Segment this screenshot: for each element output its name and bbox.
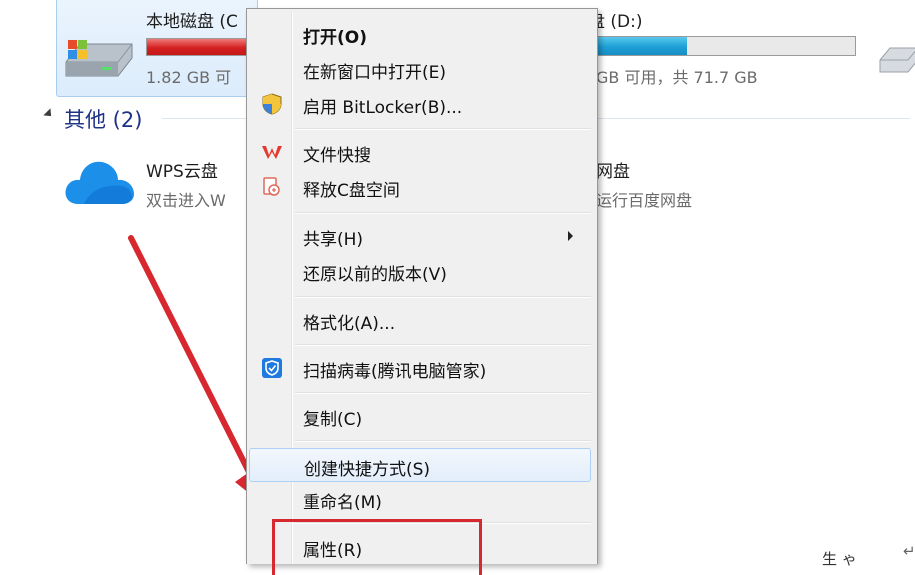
wps-cloud-name[interactable]: WPS云盘 <box>146 157 218 182</box>
menu-separator <box>295 128 591 130</box>
submenu-arrow-icon <box>568 231 573 241</box>
drive-d-free-space: GB 可用，共 71.7 GB <box>596 68 758 87</box>
menu-item-label: 共享(H) <box>303 230 364 250</box>
menu-item-label: 创建快捷方式(S) <box>304 460 431 480</box>
menu-item-restore-versions[interactable]: 还原以前的版本(V) <box>249 256 591 286</box>
menu-item-label: 扫描病毒(腾讯电脑管家) <box>303 362 487 382</box>
shield-icon <box>262 93 282 115</box>
menu-item-open-new-window[interactable]: 在新窗口中打开(E) <box>249 54 591 84</box>
drive-c-usage-bar <box>146 38 256 56</box>
menu-item-file-search[interactable]: 文件快搜 <box>249 137 591 167</box>
menu-separator <box>295 344 591 346</box>
corner-return-icon: ↵ <box>903 542 915 560</box>
hard-drive-icon <box>65 40 133 77</box>
baidu-netdisk-desc: 运行百度网盘 <box>596 191 693 210</box>
drive-c-name: 本地磁盘 (C <box>146 12 238 32</box>
drive-c-free-space: 1.82 GB 可 <box>146 68 232 87</box>
wps-cloud-icon <box>65 161 134 204</box>
menu-item-format[interactable]: 格式化(A)... <box>249 305 591 335</box>
menu-separator <box>295 296 591 298</box>
drive-d-usage-bar <box>596 36 856 56</box>
group-header-other[interactable]: 其他 (2) <box>64 104 142 134</box>
menu-item-share[interactable]: 共享(H) <box>249 221 591 251</box>
menu-item-copy[interactable]: 复制(C) <box>249 401 591 431</box>
wps-cloud-desc: 双击进入W <box>146 191 226 210</box>
context-menu: 打开(O) 在新窗口中打开(E) 启用 BitLocker(B)... 文件快搜… <box>246 8 598 575</box>
menu-separator <box>295 212 591 214</box>
hard-drive-icon <box>879 47 915 73</box>
menu-item-free-c-drive[interactable]: 释放C盘空间 <box>249 172 591 202</box>
menu-item-create-shortcut[interactable]: 创建快捷方式(S) <box>249 448 591 482</box>
menu-item-label: 还原以前的版本(V) <box>303 265 447 285</box>
footer-partial-text: 生 ゃ <box>822 550 857 568</box>
menu-item-label: 启用 BitLocker(B)... <box>303 98 463 118</box>
menu-item-label: 格式化(A)... <box>303 314 396 334</box>
menu-item-label: 重命名(M) <box>303 493 382 513</box>
menu-item-rename[interactable]: 重命名(M) <box>249 484 591 514</box>
menu-item-label: 在新窗口中打开(E) <box>303 63 447 83</box>
cleanup-icon <box>263 177 280 196</box>
menu-item-label: 打开(O) <box>303 28 367 48</box>
drive-c-usage-fill <box>147 39 252 55</box>
menu-item-bitlocker[interactable]: 启用 BitLocker(B)... <box>249 89 591 119</box>
tencent-shield-icon <box>262 358 282 378</box>
menu-separator <box>295 440 591 442</box>
wps-logo-icon <box>262 146 282 159</box>
menu-item-label: 释放C盘空间 <box>303 181 400 201</box>
menu-item-open[interactable]: 打开(O) <box>249 19 591 49</box>
baidu-netdisk-name[interactable]: 网盘 <box>596 157 630 182</box>
menu-item-virus-scan[interactable]: 扫描病毒(腾讯电脑管家) <box>249 353 591 383</box>
menu-separator <box>295 392 591 394</box>
menu-item-label: 文件快搜 <box>303 146 371 166</box>
annotation-highlight-box <box>272 519 482 575</box>
menu-item-label: 复制(C) <box>303 410 363 430</box>
drive-d-usage-fill <box>597 37 688 55</box>
collapse-triangle-icon[interactable] <box>43 108 55 120</box>
